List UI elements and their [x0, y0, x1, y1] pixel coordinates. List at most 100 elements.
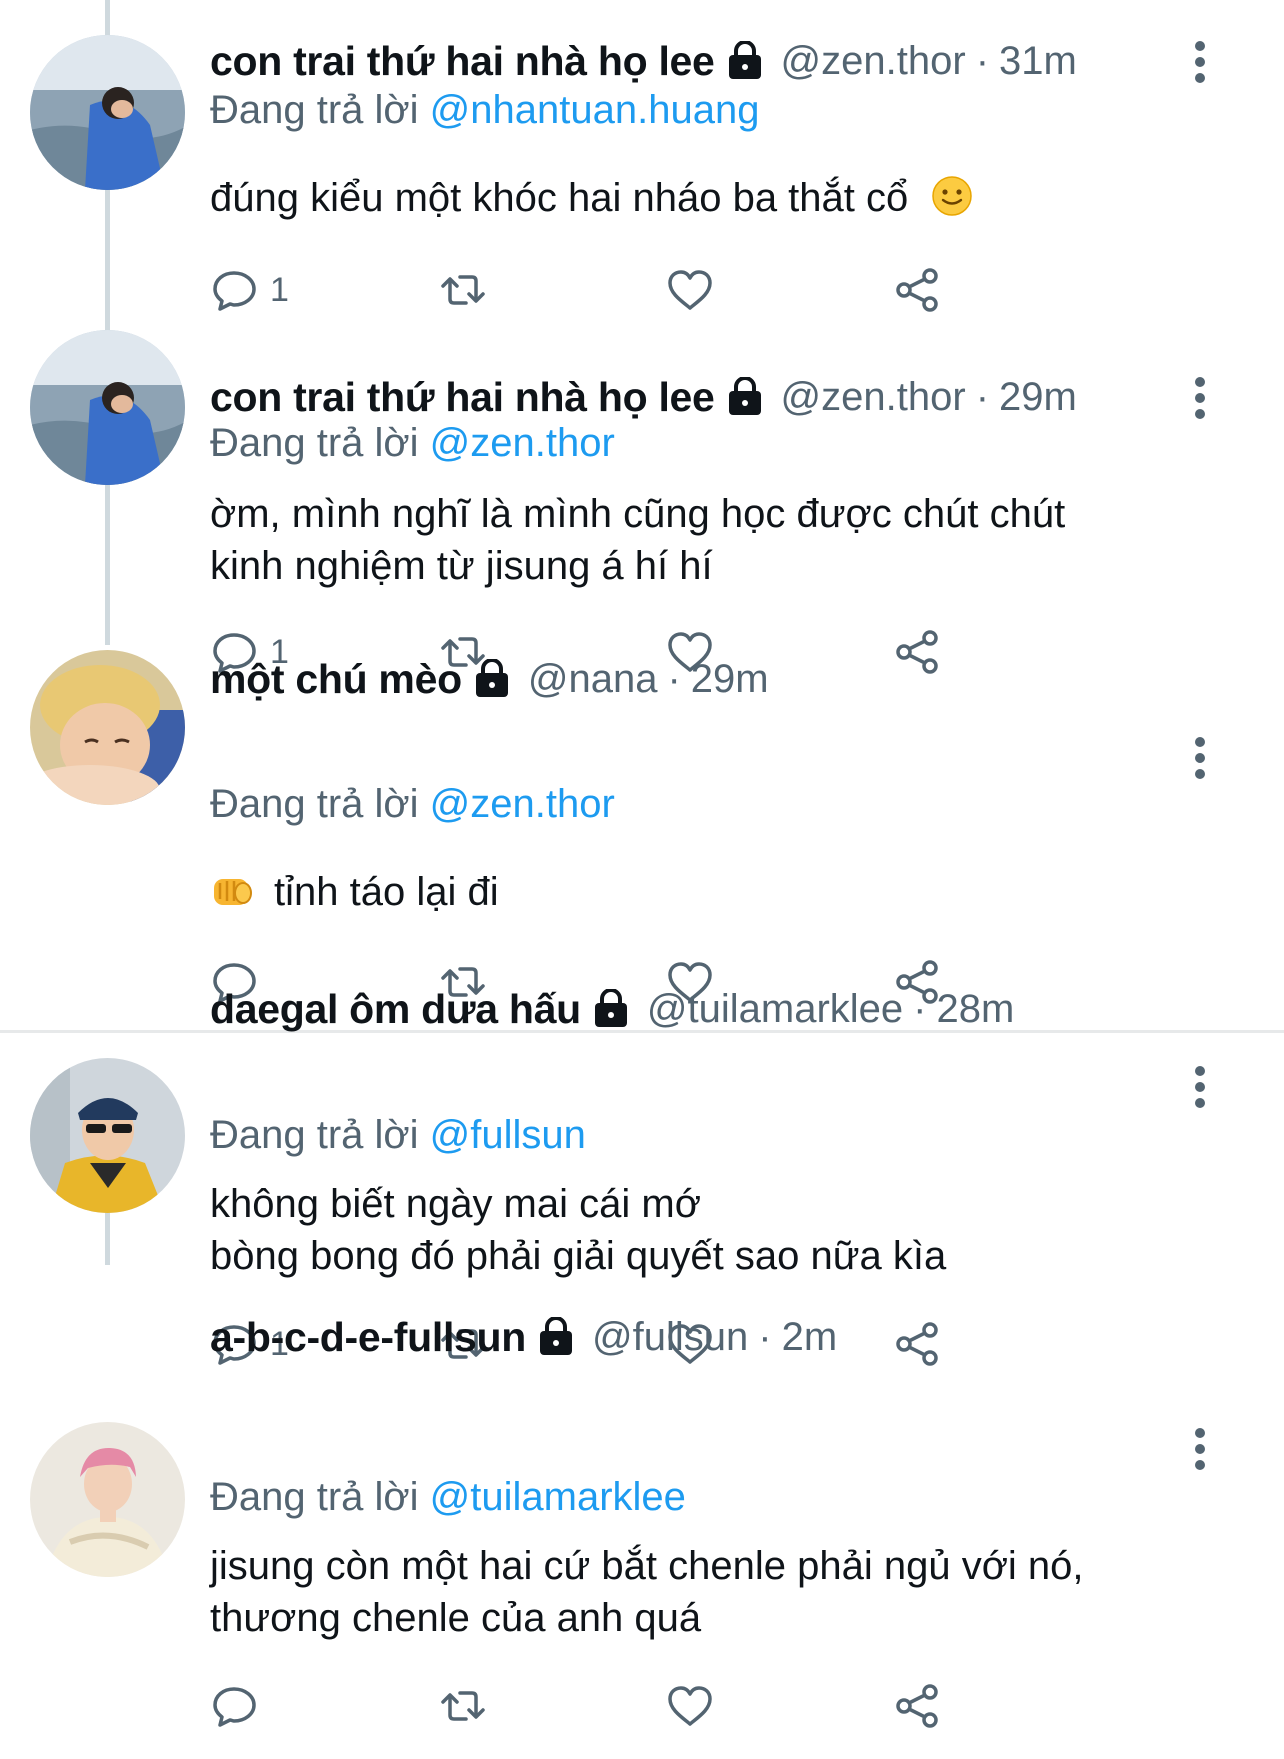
tweet-actions: 1 — [210, 260, 1110, 320]
mention-link[interactable]: @zen.thor — [430, 421, 615, 465]
tweet-header: một chú mèo @nana · 29m — [210, 654, 769, 704]
share-icon — [892, 265, 942, 315]
tweet-text-line: thương chenle của anh quá — [210, 1596, 702, 1640]
thread-connector — [105, 485, 110, 645]
like-button[interactable] — [665, 260, 715, 320]
replying-to: Đang trả lời @zen.thor — [210, 782, 615, 832]
display-name[interactable]: con trai thứ hai nhà họ lee — [210, 374, 715, 421]
user-handle[interactable]: @fullsun — [592, 1315, 748, 1360]
separator-dot: · — [758, 1314, 772, 1359]
share-button[interactable] — [892, 1676, 942, 1736]
tweet-text-line: tỉnh táo lại đi — [274, 870, 499, 914]
avatar[interactable] — [30, 650, 185, 805]
replying-to-label: Đang trả lời — [210, 782, 419, 826]
display-name[interactable]: daegal ôm dưa hấu — [210, 986, 581, 1033]
like-button[interactable] — [665, 1676, 715, 1736]
blond-boy-avatar-image — [30, 650, 185, 805]
reply-icon — [210, 1681, 260, 1731]
retweet-icon — [438, 265, 488, 315]
tweet-text: ờm, mình nghĩ là mình cũng học được chút… — [210, 488, 1065, 592]
retweet-button[interactable] — [438, 260, 488, 320]
tweet-text-line: jisung còn một hai cứ bắt chenle phải ng… — [210, 1544, 1084, 1588]
tweet-header: daegal ôm dưa hấu @tuilamarklee · 28m — [210, 984, 1014, 1034]
avatar[interactable] — [30, 1058, 185, 1213]
timestamp[interactable]: 29m — [999, 375, 1077, 420]
replying-to: Đang trả lời @tuilamarklee — [210, 1475, 686, 1525]
sea-boy-avatar-image — [30, 35, 185, 190]
separator-dot: · — [667, 656, 681, 701]
heart-icon — [665, 1681, 715, 1731]
mention-link[interactable]: @fullsun — [430, 1113, 586, 1157]
tweet-text: đúng kiểu một khóc hai nháo ba thắt cổ — [210, 172, 973, 224]
tweet-text-line: ờm, mình nghĩ là mình cũng học được chút… — [210, 492, 1066, 536]
tweet-text: tỉnh táo lại đi — [210, 866, 499, 918]
share-button[interactable] — [892, 260, 942, 320]
retweet-icon — [438, 1681, 488, 1731]
more-vertical-icon[interactable] — [1185, 734, 1215, 784]
lock-icon — [536, 1316, 576, 1357]
lock-icon — [591, 988, 631, 1029]
more-vertical-icon[interactable] — [1185, 1063, 1215, 1113]
tweet-header: con trai thứ hai nhà họ lee @zen.thor · … — [210, 372, 1077, 422]
mention-link[interactable]: @zen.thor — [430, 782, 615, 826]
share-button[interactable] — [892, 622, 942, 682]
share-icon — [892, 627, 942, 677]
display-name[interactable]: con trai thứ hai nhà họ lee — [210, 38, 715, 85]
tweet-text-line: bòng bong đó phải giải quyết sao nữa kìa — [210, 1234, 947, 1278]
share-icon — [892, 1319, 942, 1369]
replying-to: Đang trả lời @zen.thor — [210, 421, 615, 471]
user-handle[interactable]: @zen.thor — [781, 39, 966, 84]
display-name[interactable]: một chú mèo — [210, 656, 462, 703]
mention-link[interactable]: @nhantuan.huang — [430, 88, 760, 132]
timestamp[interactable]: 2m — [782, 1315, 838, 1360]
reply-count: 1 — [270, 270, 289, 309]
more-vertical-icon[interactable] — [1185, 1425, 1215, 1475]
tweet-header: a-b-c-d-e-fullsun @fullsun · 2m — [210, 1312, 837, 1362]
heart-icon — [665, 265, 715, 315]
bandana-boy-avatar-image — [30, 1058, 185, 1213]
avatar[interactable] — [30, 330, 185, 485]
thread-connector — [105, 190, 110, 330]
reply-button[interactable]: 1 — [210, 260, 289, 320]
slightly-smiling-emoji — [931, 175, 973, 217]
tweet-text: không biết ngày mai cái mớ bòng bong đó … — [210, 1178, 946, 1282]
lock-icon — [472, 658, 512, 699]
tweet-text-line: không biết ngày mai cái mớ — [210, 1182, 701, 1226]
tweet-actions — [210, 1676, 1110, 1736]
share-icon — [892, 1681, 942, 1731]
timestamp[interactable]: 28m — [936, 987, 1014, 1032]
pink-hair-avatar-image — [30, 1422, 185, 1577]
timestamp[interactable]: 29m — [691, 657, 769, 702]
separator-dot: · — [913, 986, 927, 1031]
tweet-text-line: kinh nghiệm từ jisung á hí hí — [210, 544, 713, 588]
display-name[interactable]: a-b-c-d-e-fullsun — [210, 1314, 526, 1361]
lock-icon — [725, 376, 765, 417]
mention-link[interactable]: @tuilamarklee — [430, 1475, 686, 1519]
replying-to: Đang trả lời @fullsun — [210, 1113, 586, 1163]
separator-dot: · — [975, 38, 990, 83]
avatar[interactable] — [30, 1422, 185, 1577]
user-handle[interactable]: @nana — [528, 657, 658, 702]
timestamp[interactable]: 31m — [999, 39, 1077, 84]
user-handle[interactable]: @tuilamarklee — [647, 987, 903, 1032]
share-button[interactable] — [892, 1314, 942, 1374]
user-handle[interactable]: @zen.thor — [781, 375, 966, 420]
avatar[interactable] — [30, 35, 185, 190]
replying-to-label: Đang trả lời — [210, 1475, 419, 1519]
tweet-header: con trai thứ hai nhà họ lee @zen.thor · … — [210, 36, 1077, 86]
retweet-button[interactable] — [438, 1676, 488, 1736]
replying-to: Đang trả lời @nhantuan.huang — [210, 88, 759, 138]
thread-connector — [105, 0, 110, 40]
replying-to-label: Đang trả lời — [210, 1113, 419, 1157]
lock-icon — [725, 40, 765, 81]
more-vertical-icon[interactable] — [1185, 38, 1215, 88]
replying-to-label: Đang trả lời — [210, 421, 419, 465]
sea-boy-avatar-image — [30, 330, 185, 485]
replying-to-label: Đang trả lời — [210, 88, 419, 132]
separator-dot: · — [975, 374, 990, 419]
more-vertical-icon[interactable] — [1185, 374, 1215, 424]
fist-emoji — [210, 871, 254, 911]
reply-button[interactable] — [210, 1676, 270, 1736]
tweet-text: jisung còn một hai cứ bắt chenle phải ng… — [210, 1540, 1084, 1644]
tweet-text-line: đúng kiểu một khóc hai nháo ba thắt cổ — [210, 176, 909, 220]
